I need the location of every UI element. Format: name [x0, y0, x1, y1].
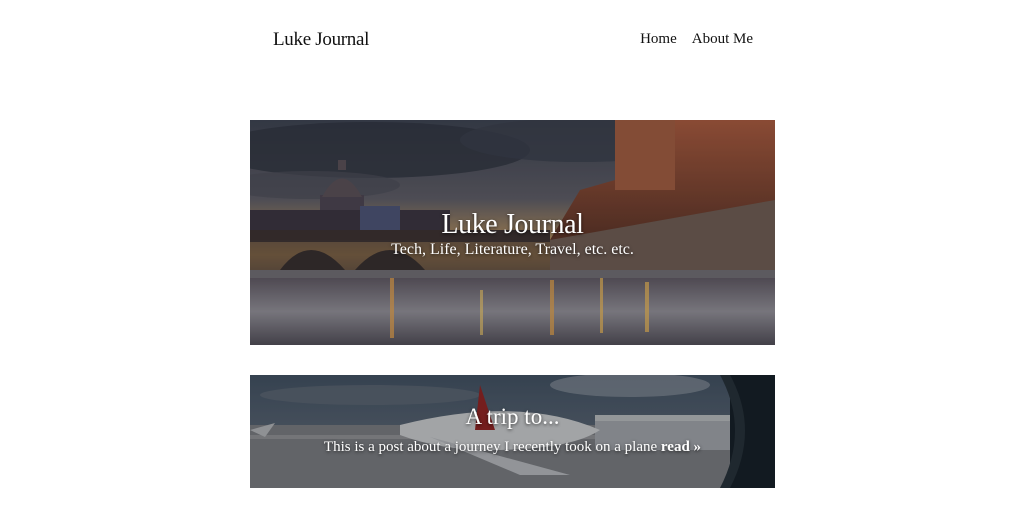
main-nav: Home About Me [640, 31, 753, 48]
hero-title: Luke Journal [441, 209, 584, 240]
page: Luke Journal Home About Me Luke Journal … [0, 0, 1025, 509]
site-title-link[interactable]: Luke Journal [273, 29, 369, 51]
hero-banner: Luke Journal Tech, Life, Literature, Tra… [250, 120, 775, 345]
post-text: A trip to... This is a post about a jour… [250, 403, 775, 457]
read-more-link[interactable]: read » [661, 439, 701, 455]
post-excerpt: This is a post about a journey I recentl… [250, 437, 775, 457]
hero-subtitle: Tech, Life, Literature, Travel, etc. etc… [391, 241, 634, 258]
nav-about-link[interactable]: About Me [692, 31, 753, 48]
post-card[interactable]: A trip to... This is a post about a jour… [250, 375, 775, 488]
nav-home-link[interactable]: Home [640, 31, 677, 48]
post-excerpt-text: This is a post about a journey I recentl… [323, 439, 658, 455]
post-title[interactable]: A trip to... [250, 403, 775, 431]
hero-text: Luke Journal Tech, Life, Literature, Tra… [250, 208, 775, 260]
